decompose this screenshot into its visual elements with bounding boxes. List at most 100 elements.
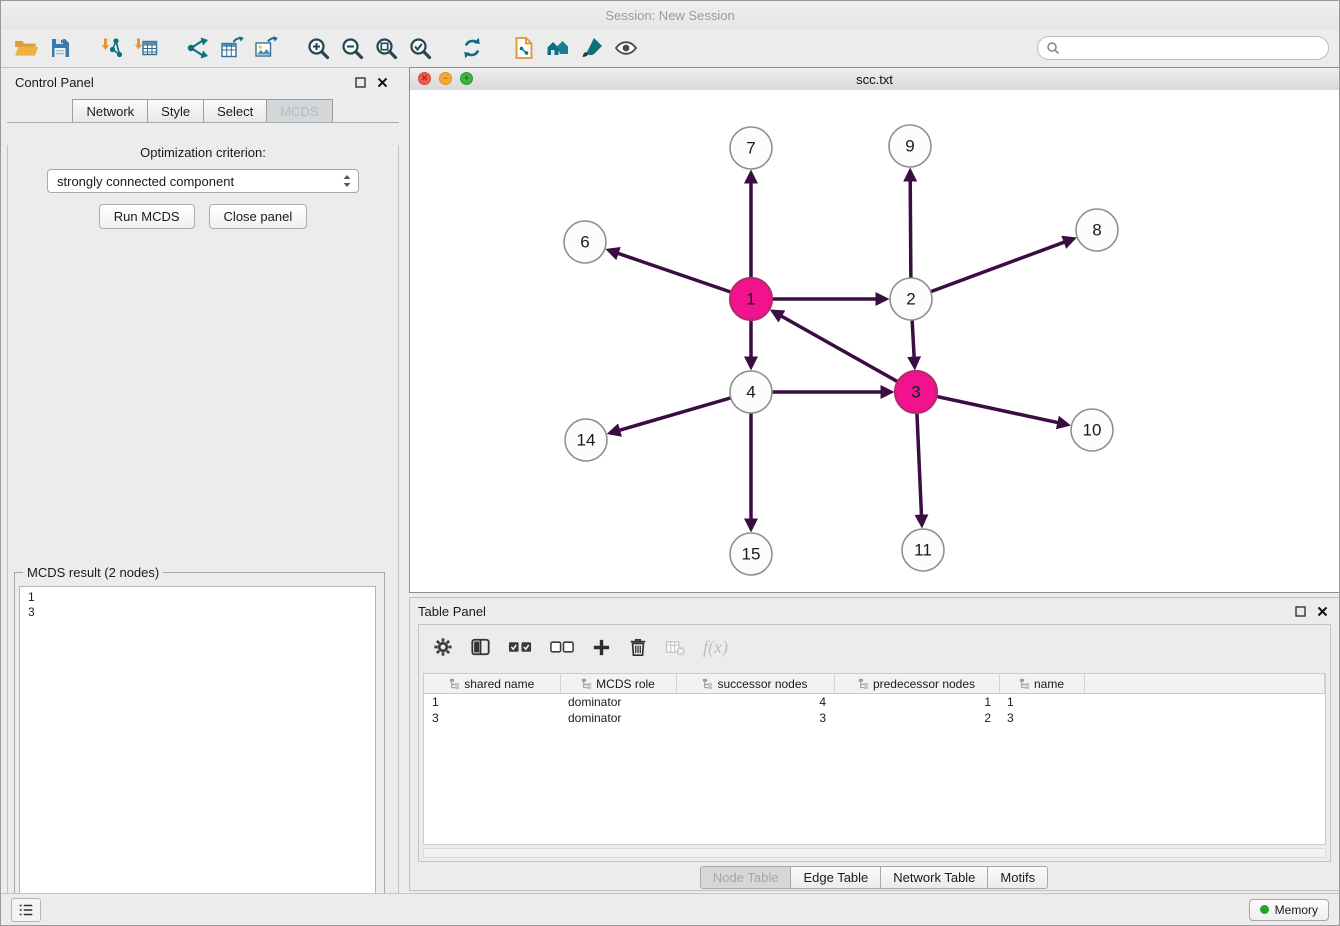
window-minimize-icon[interactable]: − <box>439 72 452 85</box>
column-header-mcds-role[interactable]: MCDS role <box>560 674 676 694</box>
annotation-document-icon[interactable] <box>507 32 541 64</box>
close-panel-button[interactable]: Close panel <box>209 204 308 229</box>
column-header-successor-nodes[interactable]: successor nodes <box>676 674 834 694</box>
table-header-row: shared name MCDS role successor nodes pr… <box>424 674 1325 694</box>
table-row[interactable]: 1dominator411 <box>424 694 1325 711</box>
graph-node-label: 3 <box>911 383 920 402</box>
mcds-result-list[interactable]: 1 3 <box>19 586 376 926</box>
node-table-scroll-area[interactable]: shared name MCDS role successor nodes pr… <box>423 673 1326 845</box>
column-type-icon <box>449 678 460 689</box>
control-panel-tabs: Network Style Select MCDS <box>7 95 399 123</box>
select-all-icon[interactable] <box>508 639 533 655</box>
network-canvas[interactable]: 7968124314101511 <box>410 90 1339 592</box>
float-table-panel-icon[interactable] <box>1291 603 1309 619</box>
show-hide-icon[interactable] <box>609 32 643 64</box>
graph-node-label: 10 <box>1083 421 1102 440</box>
column-header-filler <box>1084 674 1325 694</box>
search-field[interactable] <box>1037 36 1329 60</box>
tab-select[interactable]: Select <box>203 99 267 122</box>
delete-column-icon[interactable] <box>628 637 648 658</box>
network-window-title: scc.txt <box>856 72 893 87</box>
window-close-icon[interactable]: ✕ <box>418 72 431 85</box>
graph-node-label: 6 <box>580 233 589 252</box>
app-window: Session: New Session <box>0 0 1340 926</box>
graph-edge-3-10[interactable] <box>916 392 1068 425</box>
search-input[interactable] <box>1060 40 1320 56</box>
table-panel-title: Table Panel <box>418 604 486 619</box>
show-columns-icon[interactable] <box>470 637 491 657</box>
export-table-icon[interactable] <box>215 32 249 64</box>
table-row[interactable]: 3dominator323 <box>424 710 1325 726</box>
graph-node-label: 8 <box>1092 221 1101 240</box>
zoom-fit-content-icon[interactable] <box>369 32 403 64</box>
export-network-icon[interactable] <box>181 32 215 64</box>
save-session-icon[interactable] <box>43 32 77 64</box>
table-cell[interactable]: 3 <box>999 710 1084 726</box>
deselect-all-icon[interactable] <box>550 639 575 655</box>
column-header-name[interactable]: name <box>999 674 1084 694</box>
memory-button[interactable]: Memory <box>1249 899 1329 921</box>
refresh-view-icon[interactable] <box>455 32 489 64</box>
graph-node-label: 9 <box>905 137 914 156</box>
import-table-icon[interactable] <box>129 32 163 64</box>
network-window: ✕ − + scc.txt 7968124314101511 <box>409 67 1340 593</box>
table-settings-gear-icon[interactable] <box>433 637 453 657</box>
horizontal-scrollbar[interactable] <box>423 848 1326 858</box>
tab-node-table[interactable]: Node Table <box>700 866 792 889</box>
table-cell[interactable]: dominator <box>560 694 676 711</box>
run-mcds-button[interactable]: Run MCDS <box>99 204 195 229</box>
tab-network-table[interactable]: Network Table <box>880 866 988 889</box>
table-cell[interactable]: 1 <box>999 694 1084 711</box>
tab-mcds[interactable]: MCDS <box>266 99 332 122</box>
table-cell[interactable]: 3 <box>676 710 834 726</box>
tab-style[interactable]: Style <box>147 99 204 122</box>
criterion-dropdown[interactable]: strongly connected component <box>47 169 359 193</box>
node-table-container: f(x) shared name MCDS role successor nod… <box>418 624 1331 862</box>
close-table-panel-icon[interactable] <box>1313 603 1331 619</box>
graph-edge-4-14[interactable] <box>610 392 751 433</box>
column-header-shared-name[interactable]: shared name <box>424 674 560 694</box>
table-cell[interactable]: 1 <box>424 694 560 711</box>
tab-edge-table[interactable]: Edge Table <box>790 866 881 889</box>
graph-node-label: 2 <box>906 290 915 309</box>
function-builder-icon: f(x) <box>703 637 728 658</box>
control-panel-title: Control Panel <box>15 75 94 90</box>
command-list-icon[interactable] <box>11 898 41 922</box>
add-column-icon[interactable] <box>592 638 611 657</box>
network-window-titlebar[interactable]: ✕ − + scc.txt <box>410 68 1339 91</box>
graph-node-label: 14 <box>577 431 596 450</box>
table-cell[interactable]: 3 <box>424 710 560 726</box>
zoom-in-icon[interactable] <box>301 32 335 64</box>
table-panel: Table Panel <box>409 597 1340 891</box>
window-maximize-icon[interactable]: + <box>460 72 473 85</box>
column-type-icon <box>702 678 713 689</box>
zoom-selected-icon[interactable] <box>403 32 437 64</box>
table-cell[interactable]: 1 <box>834 694 999 711</box>
home-view-icon[interactable] <box>541 32 575 64</box>
control-panel: Control Panel Network Style Select MCDS … <box>7 69 399 885</box>
graph-edge-1-6[interactable] <box>609 250 751 299</box>
search-icon <box>1046 41 1060 55</box>
table-cell[interactable]: 4 <box>676 694 834 711</box>
criterion-dropdown-value: strongly connected component <box>57 174 340 189</box>
graph-node-label: 15 <box>742 545 761 564</box>
style-brush-icon[interactable] <box>575 32 609 64</box>
tab-motifs[interactable]: Motifs <box>987 866 1048 889</box>
column-header-predecessor-nodes[interactable]: predecessor nodes <box>834 674 999 694</box>
table-cell[interactable]: dominator <box>560 710 676 726</box>
table-cell[interactable]: 2 <box>834 710 999 726</box>
close-panel-icon[interactable] <box>373 74 391 90</box>
window-titlebar[interactable]: Session: New Session <box>1 1 1339 29</box>
graph-node-label: 11 <box>914 541 932 560</box>
open-session-icon[interactable] <box>9 32 43 64</box>
mcds-result-line: 3 <box>28 605 367 620</box>
graph-edge-2-8[interactable] <box>911 239 1074 299</box>
import-network-icon[interactable] <box>95 32 129 64</box>
dropdown-stepper-icon <box>340 173 354 189</box>
export-image-icon[interactable] <box>249 32 283 64</box>
node-table: shared name MCDS role successor nodes pr… <box>424 674 1325 726</box>
float-panel-icon[interactable] <box>351 74 369 90</box>
graph-edge-3-1[interactable] <box>773 311 916 392</box>
zoom-out-icon[interactable] <box>335 32 369 64</box>
tab-network[interactable]: Network <box>72 99 148 122</box>
